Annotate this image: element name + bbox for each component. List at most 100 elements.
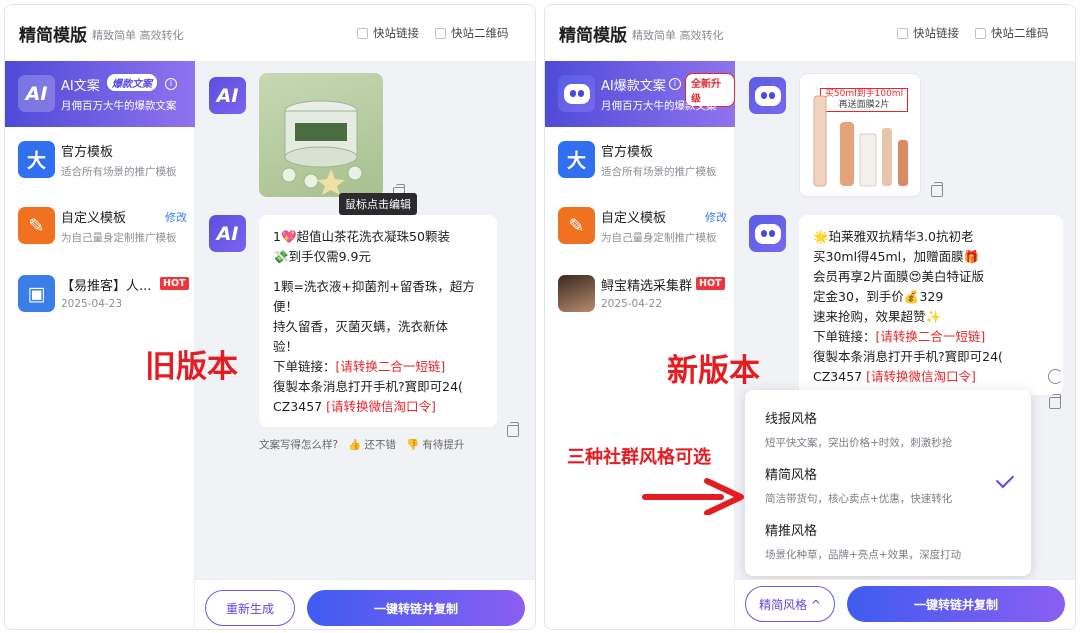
check-icon <box>995 469 1015 489</box>
header: 精简模版 精致简单 高效转化 快站链接 快站二维码 <box>545 5 1075 61</box>
edit-icon: ✎ <box>558 207 595 244</box>
edit-link[interactable]: 修改 <box>165 209 187 225</box>
convert-copy-button[interactable]: 一键转链并复制 <box>847 586 1065 622</box>
robot-avatar <box>749 215 786 252</box>
edit-tooltip: 鼠标点击编辑 <box>339 193 417 220</box>
header-subtitle: 精致简单 高效转化 <box>92 29 184 42</box>
group-avatar-photo <box>558 275 595 312</box>
message-bubble[interactable]: 🌟珀莱雅双抗精华3.0抗初老 买30ml得45ml，加赠面膜🎁 会员再享2片面膜… <box>799 215 1063 395</box>
thumbs-up-button[interactable]: 👍 还不错 <box>348 437 396 452</box>
thumbs-down-button[interactable]: 👎 有待提升 <box>406 437 464 452</box>
message-line: 买30ml得45ml，加赠面膜🎁 <box>813 249 980 264</box>
template-icon: 大 <box>18 141 55 178</box>
code-line: CZ3457 [请转换微信淘口令] <box>273 399 436 414</box>
order-link-line: 下单链接：[请转换二合一短链] <box>273 359 446 374</box>
ai-avatar: AI <box>209 215 246 252</box>
sidebar-item-ai-copy[interactable]: AI AI文案 爆款文案 i 月佣百万大牛的爆款文案 <box>5 61 195 127</box>
sidebar-item-official-template[interactable]: 大 官方模板 适合所有场景的推广模板 <box>5 127 195 193</box>
quick-qr-checkbox[interactable]: 快站二维码 <box>435 25 509 41</box>
sidebar-item-label: 自定义模板 <box>61 211 127 226</box>
header-title: 精简模版 <box>19 26 87 46</box>
copy-icon[interactable] <box>507 422 519 437</box>
sidebar-item-label: 鲟宝精选采集群 <box>601 279 693 294</box>
robot-icon <box>558 75 595 112</box>
sidebar-item-ai-hot-copy[interactable]: AI爆款文案 i 全新升级 月佣百万大牛的爆款文案 <box>545 61 735 127</box>
sidebar-item-custom-template[interactable]: ✎ 自定义模板 修改 为自己量身定制推广模板 <box>5 193 195 259</box>
sidebar-item-desc: 为自己量身定制推广模板 <box>61 232 177 244</box>
sidebar-item-desc: 适合所有场景的推广模板 <box>601 166 717 178</box>
message-line: 会员再享2片面膜😍美白特证版 <box>813 269 984 284</box>
message-line: 💸到手仅需9.9元 <box>273 249 371 264</box>
message-line: 1颗=洗衣液+抑菌剂+留香珠，超方 <box>273 279 475 294</box>
product-image[interactable]: 买50ml到手100ml 再送面膜2片 <box>799 73 921 197</box>
hot-badge: HOT <box>160 277 189 290</box>
sidebar-item-desc: 月佣百万大牛的爆款文案 <box>601 100 717 112</box>
header: 精简模版 精致简单 高效转化 快站链接 快站二维码 <box>5 5 535 61</box>
old-version-panel: 精简模版 精致简单 高效转化 快站链接 快站二维码 AI AI文案 爆款文案 i… <box>4 4 536 630</box>
red-arrow-icon <box>642 478 744 515</box>
robot-avatar <box>749 77 786 114</box>
chat-area: AI 鼠标点击编辑 AI 1💖超值山茶花洗衣凝珠50颗装 💸到手仅需9.9元 1… <box>195 61 535 579</box>
sidebar-item-label: 官方模板 <box>61 145 114 160</box>
code-line: CZ3457 [请转换微信淘口令] <box>813 369 976 384</box>
quick-link-checkbox[interactable]: 快站链接 <box>897 25 959 41</box>
header-title: 精简模版 <box>559 26 627 46</box>
footer: 精简风格 ^ 一键转链并复制 <box>735 579 1075 629</box>
box-icon: ▣ <box>18 275 55 312</box>
style-option-recommend[interactable]: 精推风格 场景化种草，品牌+亮点+效果，深度打动 <box>765 520 961 562</box>
sidebar-item-label: AI文案 <box>61 79 100 94</box>
edit-link[interactable]: 修改 <box>705 209 727 225</box>
info-icon[interactable]: i <box>165 78 177 90</box>
copy-hint-line: 復製本条消息打开手机?寳即可24( <box>273 379 463 394</box>
sidebar-item-group[interactable]: ▣ 【易推客】人... HOT 2025-04-23 <box>5 261 195 327</box>
message-line: 定金30，到手价💰329 <box>813 289 944 304</box>
sidebar-item-official-template[interactable]: 大 官方模板 适合所有场景的推广模板 <box>545 127 735 193</box>
style-select-button[interactable]: 精简风格 ^ <box>745 586 835 622</box>
product-image[interactable] <box>259 73 383 197</box>
sidebar-item-label: 【易推客】人... <box>61 279 152 294</box>
style-option-flash[interactable]: 线报风格 短平快文案，突出价格+时效，刺激秒抢 <box>765 408 952 450</box>
refresh-icon[interactable] <box>1048 369 1063 384</box>
copy-hint-line: 復製本条消息打开手机?寳即可24( <box>813 349 1003 364</box>
quick-link-checkbox[interactable]: 快站链接 <box>357 25 419 41</box>
copy-icon[interactable] <box>1049 394 1061 409</box>
copy-icon[interactable] <box>931 182 943 197</box>
sidebar-item-date: 2025-04-23 <box>61 298 123 310</box>
hot-copy-badge: 爆款文案 <box>107 74 157 91</box>
template-icon: 大 <box>558 141 595 178</box>
message-bubble[interactable]: 1💖超值山茶花洗衣凝珠50颗装 💸到手仅需9.9元 1颗=洗衣液+抑菌剂+留香珠… <box>259 215 497 427</box>
sidebar-item-desc: 月佣百万大牛的爆款文案 <box>61 100 177 112</box>
message-line: 便！ <box>273 299 299 314</box>
message-line: 验！ <box>273 339 299 354</box>
header-subtitle: 精致简单 高效转化 <box>632 29 724 42</box>
message-line: 1💖超值山茶花洗衣凝珠50颗装 <box>273 229 450 244</box>
new-version-panel: 精简模版 精致简单 高效转化 快站链接 快站二维码 AI爆款文案 i 全新升级 … <box>544 4 1076 630</box>
sidebar-item-desc: 适合所有场景的推广模板 <box>61 166 177 178</box>
sidebar-item-label: 官方模板 <box>601 145 654 160</box>
old-version-label: 旧版本 <box>145 349 238 385</box>
sidebar-item-label: AI爆款文案 <box>601 79 666 94</box>
sidebar-item-custom-template[interactable]: ✎ 自定义模板 修改 为自己量身定制推广模板 <box>545 193 735 259</box>
message-line: 速来抢购，效果超赞✨ <box>813 309 942 324</box>
sidebar-item-date: 2025-04-22 <box>601 298 663 310</box>
style-dropdown: 线报风格 短平快文案，突出价格+时效，刺激秒抢 精简风格 简洁带货句，核心卖点+… <box>745 390 1031 576</box>
chat-area: 买50ml到手100ml 再送面膜2片 🌟珀莱雅双抗精华3.0抗初老 买30ml得… <box>735 61 1075 579</box>
feedback-row: 文案写得怎么样? 👍 还不错 👎 有待提升 <box>259 437 464 452</box>
message-line: 持久留香，灭菌灭螨，洗衣新体 <box>273 319 449 334</box>
ai-icon: AI <box>18 75 55 112</box>
serum-bottles-image <box>813 95 908 187</box>
detergent-pods-image <box>281 100 363 195</box>
new-version-label: 新版本 <box>667 353 760 389</box>
quick-qr-checkbox[interactable]: 快站二维码 <box>975 25 1049 41</box>
callout-label: 三种社群风格可选 <box>567 447 711 468</box>
style-option-concise[interactable]: 精简风格 简洁带货句，核心卖点+优惠，快速转化 <box>765 464 952 506</box>
sidebar-item-desc: 为自己量身定制推广模板 <box>601 232 717 244</box>
sidebar-item-group[interactable]: 鲟宝精选采集群 HOT 2025-04-22 <box>545 261 735 327</box>
regenerate-button[interactable]: 重新生成 <box>205 590 295 626</box>
info-icon[interactable]: i <box>669 78 681 90</box>
ai-avatar: AI <box>209 77 246 114</box>
message-line: 🌟珀莱雅双抗精华3.0抗初老 <box>813 229 974 244</box>
feedback-question: 文案写得怎么样? <box>259 439 339 451</box>
hot-badge: HOT <box>696 277 725 290</box>
convert-copy-button[interactable]: 一键转链并复制 <box>307 590 525 626</box>
